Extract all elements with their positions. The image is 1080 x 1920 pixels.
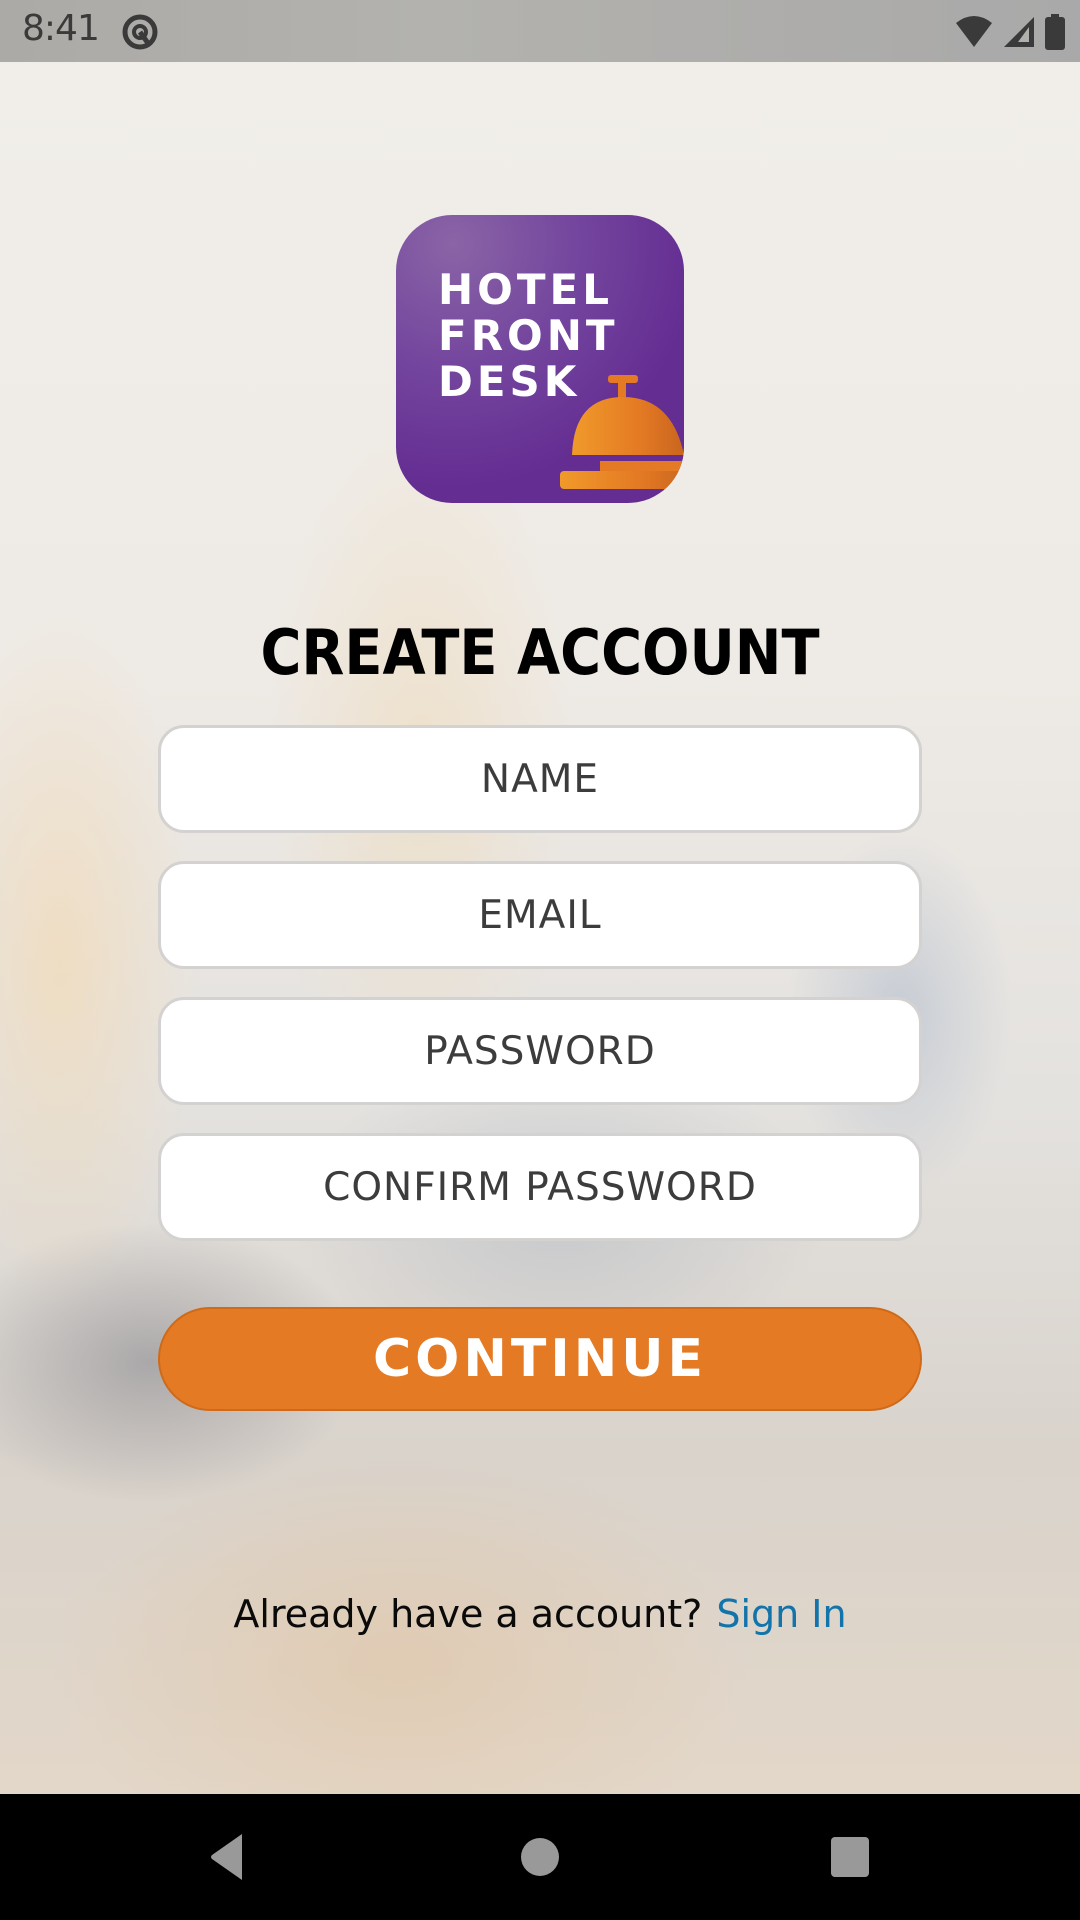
name-field[interactable] [158,725,922,833]
app-notification-icon [122,14,158,50]
app-logo: HOTEL FRONT DESK [396,215,684,503]
back-icon[interactable] [200,1832,260,1882]
wifi-icon [956,16,992,47]
signin-prompt: Already have a account? [233,1592,703,1636]
password-input[interactable] [161,999,919,1103]
system-nav-bar [0,1794,1080,1920]
logo-line: HOTEL [438,265,613,314]
battery-icon [1045,14,1065,50]
status-icons [954,14,1066,50]
service-bell-icon [560,375,684,489]
logo-line: FRONT [438,311,619,360]
confirm-password-field[interactable] [158,1133,922,1241]
confirm-password-input[interactable] [161,1135,919,1239]
cellular-signal-icon [1004,17,1034,47]
email-field[interactable] [158,861,922,969]
create-account-screen: HOTEL FRONT DESK CREATE ACCOUNT NAME EMA… [0,62,1080,1794]
name-input[interactable] [161,727,919,831]
signin-row: Already have a account? Sign In [0,1592,1080,1636]
status-bar: 8:41 [0,0,1080,62]
email-input[interactable] [161,863,919,967]
page-title: CREATE ACCOUNT [260,616,820,689]
continue-button[interactable]: CONTINUE [158,1307,922,1411]
status-time: 8:41 [22,8,100,49]
home-icon[interactable] [510,1832,570,1882]
signin-link[interactable]: Sign In [716,1592,846,1636]
recents-icon[interactable] [820,1832,880,1882]
password-field[interactable] [158,997,922,1105]
